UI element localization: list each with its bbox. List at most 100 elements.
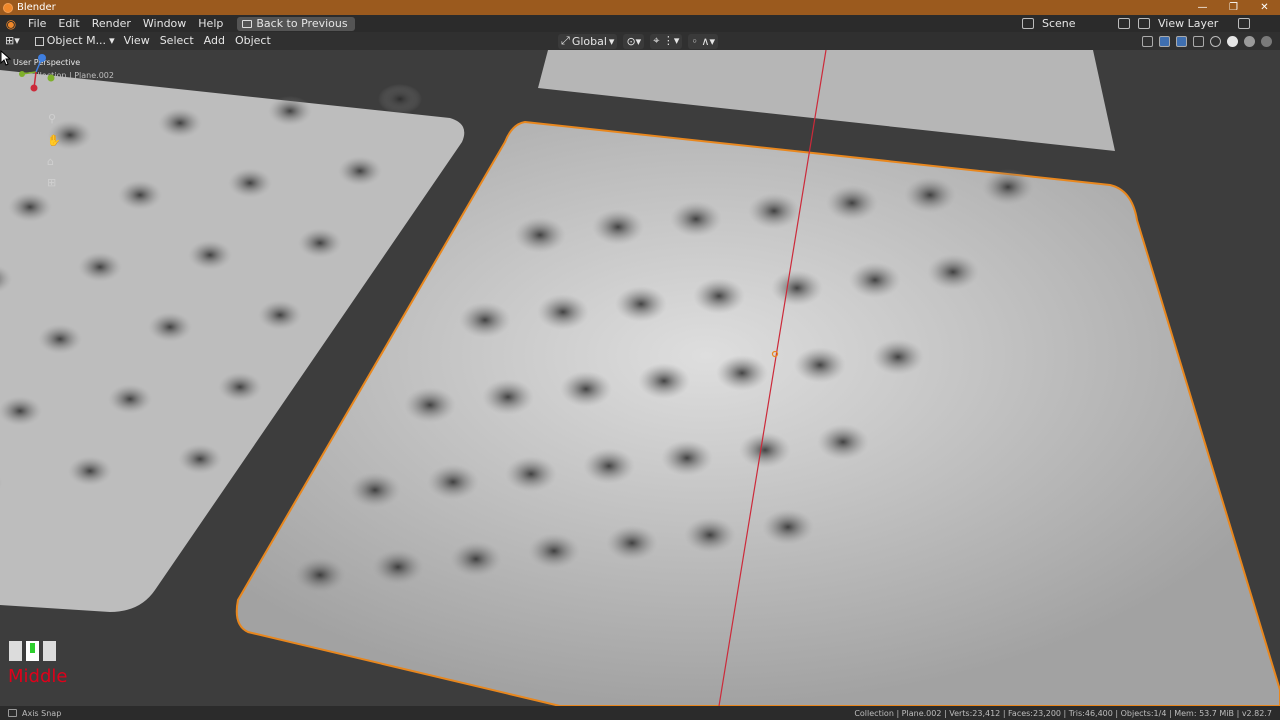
menu-window[interactable]: Window [137, 15, 192, 32]
menu-file[interactable]: File [22, 15, 52, 32]
minimize-button[interactable]: — [1187, 0, 1218, 15]
dimple [68, 456, 112, 486]
window-controls: — ❐ ✕ [1187, 0, 1280, 15]
dimple [78, 252, 122, 282]
status-left: Axis Snap [8, 709, 61, 718]
dimple [592, 209, 644, 245]
dimple [38, 324, 82, 354]
window-title: Blender [17, 2, 56, 13]
gizmo-toggle-icon[interactable] [1159, 35, 1170, 47]
pan-hand-icon[interactable]: ✋ [47, 134, 60, 147]
grid-ortho-icon[interactable]: ⊞ [47, 176, 56, 189]
viewport-display-tools [1142, 33, 1272, 49]
dimple [459, 302, 511, 338]
dimple [693, 278, 745, 314]
menu-object[interactable]: Object [230, 32, 276, 50]
dimple [528, 533, 580, 569]
overlay-toggle-icon[interactable] [1176, 35, 1187, 47]
dimple [372, 549, 424, 585]
xray-toggle-icon[interactable] [1193, 35, 1204, 47]
dimple [583, 448, 635, 484]
material-shading-icon[interactable] [1244, 35, 1255, 47]
dimple [684, 517, 736, 553]
visibility-icon[interactable] [1142, 35, 1153, 47]
dimple [158, 108, 202, 138]
dimple [615, 286, 667, 322]
dimple [762, 509, 814, 545]
new-view-layer-icon[interactable] [1238, 18, 1250, 29]
menu-help[interactable]: Help [192, 15, 229, 32]
dimple [560, 371, 612, 407]
x-axis-handle[interactable] [30, 84, 38, 92]
menu-render[interactable]: Render [86, 15, 137, 32]
dimple [638, 363, 690, 399]
scene-field[interactable]: Scene [1038, 16, 1114, 31]
dimple [8, 192, 52, 222]
dimple [514, 217, 566, 253]
transform-tools: ⤢ Global ▾ ⊙▾ ⌖ ⋮▾ ◦ ∧▾ [558, 33, 718, 49]
maximize-button[interactable]: ❐ [1218, 0, 1249, 15]
mouse-icon [8, 709, 17, 717]
orientation-icon: ⤢ [561, 34, 570, 47]
mode-dropdown[interactable]: Object M... ▾ [31, 32, 119, 50]
scene-render [0, 50, 1280, 706]
view-layer-icon [1138, 18, 1150, 29]
solid-shading-icon[interactable] [1227, 35, 1238, 47]
rendered-shading-icon[interactable] [1261, 35, 1272, 47]
menu-bar: ◉ File Edit Render Window Help Back to P… [0, 15, 1280, 32]
dimple [927, 254, 979, 290]
blender-logo-icon [3, 2, 13, 13]
orientation-dropdown[interactable]: ⤢ Global ▾ [558, 33, 618, 49]
camera-icon[interactable]: ⌂ [47, 155, 54, 168]
dimple [118, 180, 162, 210]
dimple [0, 396, 42, 426]
scene-icon [1022, 18, 1034, 29]
menu-edit[interactable]: Edit [52, 15, 85, 32]
z-axis-handle[interactable] [38, 54, 46, 62]
back-to-previous-button[interactable]: Back to Previous [237, 16, 355, 31]
dimple [670, 201, 722, 237]
dimple [427, 464, 479, 500]
blender-menu-icon[interactable]: ◉ [0, 17, 22, 31]
status-bar: Axis Snap Collection | Plane.002 | Verts… [0, 706, 1280, 720]
pivot-dropdown[interactable]: ⊙▾ [623, 33, 645, 49]
dimple [716, 355, 768, 391]
view-layer-field[interactable]: View Layer [1154, 17, 1234, 30]
dimple [218, 372, 262, 402]
dimple [188, 240, 232, 270]
y-axis-handle[interactable] [19, 71, 25, 77]
snap-toggle[interactable]: ⌖ ⋮▾ [650, 33, 683, 49]
dimple [872, 339, 924, 375]
dimple [294, 557, 346, 593]
navigation-gizmo[interactable]: ⚲ ✋ ⌂ ⊞ [0, 50, 60, 190]
orientation-label: Global [571, 34, 607, 48]
dimple [739, 432, 791, 468]
menu-view[interactable]: View [119, 32, 155, 50]
menu-select[interactable]: Select [155, 32, 199, 50]
object-mode-icon [34, 36, 44, 46]
mouse-indicator [9, 641, 56, 661]
screen-icon [242, 19, 253, 28]
editor-type-icon[interactable]: ⊞▾ [0, 32, 25, 50]
dimple [606, 525, 658, 561]
close-button[interactable]: ✕ [1249, 0, 1280, 15]
y-neg-axis-handle[interactable] [47, 74, 55, 82]
dimple [258, 300, 302, 330]
mouse-cursor-icon [0, 50, 12, 66]
dimple [817, 424, 869, 460]
dimple [378, 84, 422, 114]
proportional-edit-toggle[interactable]: ◦ ∧▾ [688, 33, 718, 49]
dimple [482, 379, 534, 415]
new-scene-icon[interactable] [1118, 18, 1130, 29]
dimple [148, 312, 192, 342]
back-to-previous-label: Back to Previous [256, 16, 348, 30]
status-hint: Axis Snap [22, 708, 62, 718]
middle-mouse-key [26, 641, 39, 661]
menu-add[interactable]: Add [199, 32, 230, 50]
wireframe-shading-icon[interactable] [1210, 35, 1221, 47]
zoom-icon[interactable]: ⚲ [48, 112, 56, 125]
mouse-button-label: Middle [8, 666, 68, 687]
dimple [404, 387, 456, 423]
3d-viewport[interactable]: User Perspective (1) Collection | Plane.… [0, 50, 1280, 706]
dimple [826, 185, 878, 221]
